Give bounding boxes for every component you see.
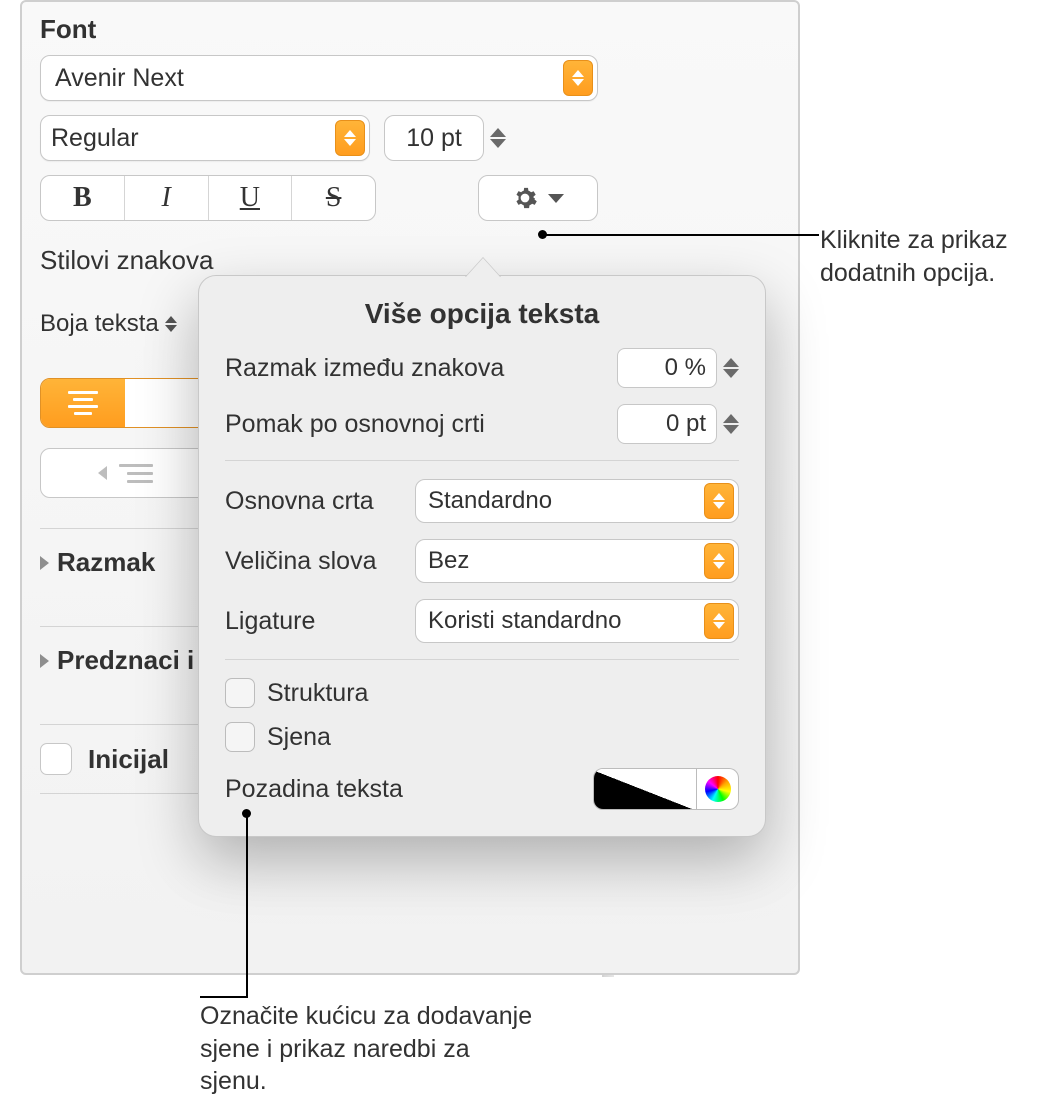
dropcap-checkbox[interactable] [40, 743, 72, 775]
shadow-checkbox[interactable] [225, 722, 255, 752]
align-center-button[interactable] [41, 379, 125, 427]
caps-value: Bez [428, 547, 469, 575]
callout-leader [246, 810, 248, 998]
align-center-icon [68, 391, 98, 415]
underline-button[interactable]: U [209, 176, 293, 220]
char-spacing-stepper[interactable]: 0 % [617, 348, 739, 388]
baseline-shift-label: Pomak po osnovnoj crti [225, 410, 485, 439]
dropcap-label: Inicijal [88, 744, 169, 775]
stepper-arrows-icon[interactable] [490, 128, 506, 148]
font-style-value: Regular [51, 124, 139, 153]
more-text-options-popover: Više opcija teksta Razmak između znakova… [198, 275, 766, 837]
font-heading: Font [40, 14, 598, 45]
separator [225, 659, 739, 660]
shadow-row: Sjena [225, 722, 739, 752]
callout-leader [200, 996, 248, 998]
text-format-segmented: B I U S [40, 175, 376, 221]
outline-checkbox[interactable] [225, 678, 255, 708]
dropdown-knob-icon [704, 483, 734, 519]
indent-button[interactable] [40, 448, 210, 498]
disclosure-triangle-icon [40, 654, 49, 668]
color-picker-button[interactable] [697, 768, 739, 810]
dropdown-knob-icon [704, 603, 734, 639]
caps-label: Veličina slova [225, 547, 401, 576]
more-text-options-button[interactable] [478, 175, 598, 221]
separator [225, 460, 739, 461]
ligatures-label: Ligature [225, 607, 401, 636]
caps-select[interactable]: Bez [415, 539, 739, 583]
font-size-value[interactable]: 10 pt [384, 115, 484, 161]
baseline-value: Standardno [428, 487, 552, 515]
strike-button[interactable]: S [292, 176, 375, 220]
dropdown-knob-icon [563, 60, 593, 96]
stepper-arrows-icon[interactable] [723, 358, 739, 378]
baseline-label: Osnovna crta [225, 487, 401, 516]
font-family-select[interactable]: Avenir Next [40, 55, 598, 101]
callout-top: Kliknite za prikaz dodatnih opcija. [820, 224, 1050, 289]
outdent-icon [98, 466, 107, 480]
dropdown-knob-icon [704, 543, 734, 579]
baseline-shift-value[interactable]: 0 pt [617, 404, 717, 444]
text-color-label: Boja teksta [40, 310, 159, 338]
italic-button[interactable]: I [125, 176, 209, 220]
font-family-value: Avenir Next [55, 64, 184, 93]
char-spacing-value[interactable]: 0 % [617, 348, 717, 388]
outline-row: Struktura [225, 678, 739, 708]
indent-lines-icon [119, 464, 153, 483]
font-size-stepper[interactable]: 10 pt [384, 115, 506, 161]
text-bg-swatch[interactable] [593, 768, 697, 810]
ligatures-select[interactable]: Koristi standardno [415, 599, 739, 643]
text-color-arrows-icon[interactable] [165, 316, 177, 332]
stepper-arrows-icon[interactable] [723, 414, 739, 434]
disclosure-triangle-icon [40, 556, 49, 570]
color-wheel-icon [705, 776, 731, 802]
gear-icon [512, 185, 538, 211]
popover-title: Više opcija teksta [225, 298, 739, 330]
baseline-select[interactable]: Standardno [415, 479, 739, 523]
ligatures-value: Koristi standardno [428, 607, 621, 635]
shadow-label: Sjena [267, 723, 331, 752]
alignment-segmented [40, 378, 210, 428]
outline-label: Struktura [267, 679, 368, 708]
callout-leader [539, 234, 819, 236]
char-spacing-label: Razmak između znakova [225, 354, 504, 383]
spacing-label: Razmak [57, 547, 155, 578]
text-bg-label: Pozadina teksta [225, 775, 403, 804]
align-other-button[interactable] [125, 379, 209, 427]
baseline-shift-stepper[interactable]: 0 pt [617, 404, 739, 444]
callout-bottom: Označite kućicu za dodavanje sjene i pri… [200, 1000, 540, 1098]
bold-button[interactable]: B [41, 176, 125, 220]
bullets-label: Predznaci i [57, 645, 194, 676]
character-styles-label: Stilovi znakova [40, 245, 598, 276]
chevron-down-icon [548, 194, 564, 203]
font-style-select[interactable]: Regular [40, 115, 370, 161]
dropdown-knob-icon [335, 120, 365, 156]
